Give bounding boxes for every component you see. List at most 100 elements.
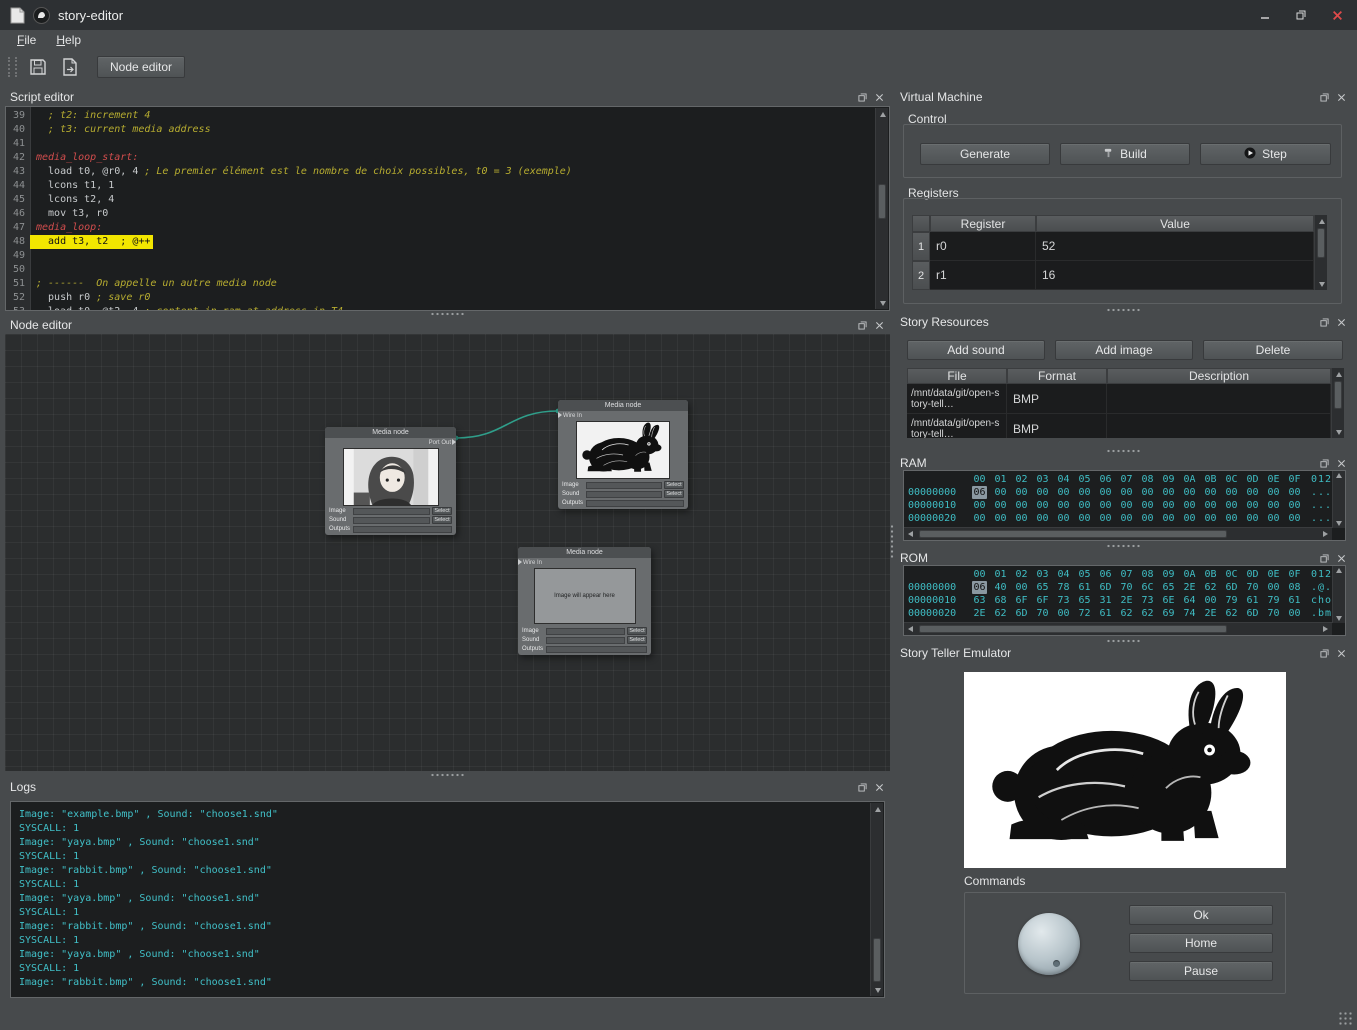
hex-byte[interactable]: 73 <box>1140 594 1155 607</box>
hex-byte[interactable]: 6D <box>1224 581 1239 594</box>
scroll-left-arrow[interactable] <box>904 623 917 635</box>
node-select-button[interactable]: Select <box>432 516 452 524</box>
add-image-button[interactable]: Add image <box>1055 340 1193 360</box>
scroll-down-arrow[interactable] <box>1332 426 1345 438</box>
hex-byte[interactable]: 00 <box>1014 512 1029 525</box>
float-icon[interactable] <box>1318 457 1330 469</box>
hex-byte[interactable]: 73 <box>1056 594 1071 607</box>
hex-byte[interactable]: 00 <box>1098 499 1113 512</box>
hex-byte[interactable]: 6D <box>1014 607 1029 620</box>
format-cell[interactable]: BMP <box>1007 414 1107 438</box>
hex-byte[interactable]: 00 <box>1056 607 1071 620</box>
hex-byte[interactable]: 2E <box>1182 581 1197 594</box>
scrollbar-thumb[interactable] <box>878 184 886 218</box>
hex-byte[interactable]: 00 <box>1245 486 1260 499</box>
splitter-vertical[interactable] <box>888 84 895 1000</box>
register-name-cell[interactable]: r0 <box>930 232 1036 261</box>
hex-byte[interactable]: 08 <box>1287 581 1302 594</box>
registers-table[interactable]: Register Value 1 r0 52 2 r1 16 <box>912 215 1314 290</box>
close-icon[interactable] <box>873 319 885 331</box>
hex-byte[interactable]: 00 <box>1203 512 1218 525</box>
hex-byte[interactable]: 00 <box>993 499 1008 512</box>
ram-vertical-scrollbar[interactable] <box>1332 471 1345 528</box>
save-button[interactable] <box>25 54 51 80</box>
hex-byte[interactable]: 6C <box>1140 581 1155 594</box>
format-cell[interactable]: BMP <box>1007 384 1107 414</box>
hex-byte[interactable]: 00 <box>993 512 1008 525</box>
home-button[interactable]: Home <box>1129 933 1273 953</box>
hex-byte[interactable]: 06 <box>972 486 987 499</box>
hex-byte[interactable]: 78 <box>1056 581 1071 594</box>
hex-byte[interactable]: 00 <box>1203 486 1218 499</box>
hex-byte[interactable]: 00 <box>1077 499 1092 512</box>
close-icon[interactable] <box>1335 647 1347 659</box>
hex-byte[interactable]: 00 <box>1056 512 1071 525</box>
splitter-resources-ram[interactable] <box>895 447 1352 454</box>
resource-row[interactable]: /mnt/data/git/open-story-tell… BMP <box>907 384 1331 414</box>
scroll-up-arrow[interactable] <box>871 803 884 815</box>
hex-byte[interactable]: 00 <box>1119 486 1134 499</box>
close-icon[interactable] <box>1335 91 1347 103</box>
file-cell[interactable]: /mnt/data/git/open-story-tell… <box>907 414 1007 438</box>
hex-byte[interactable]: 64 <box>1182 594 1197 607</box>
hex-byte[interactable]: 00 <box>1035 512 1050 525</box>
hex-byte[interactable]: 31 <box>1098 594 1113 607</box>
hex-byte[interactable]: 00 <box>1035 499 1050 512</box>
menu-file[interactable]: File <box>10 32 43 48</box>
register-row[interactable]: 1 r0 52 <box>912 232 1314 261</box>
float-icon[interactable] <box>856 319 868 331</box>
hex-byte[interactable]: 62 <box>1203 581 1218 594</box>
scroll-right-arrow[interactable] <box>1319 528 1332 540</box>
hex-byte[interactable]: 6E <box>1161 594 1176 607</box>
script-editor[interactable]: 39 ; t2: increment 440 ; t3: current med… <box>5 106 890 311</box>
hex-byte[interactable]: 62 <box>1140 607 1155 620</box>
dial-knob[interactable] <box>1018 913 1080 975</box>
rom-vertical-scrollbar[interactable] <box>1332 566 1345 623</box>
hex-byte[interactable]: 72 <box>1077 607 1092 620</box>
hex-byte[interactable]: 00 <box>1224 499 1239 512</box>
hex-byte[interactable]: 00 <box>1119 499 1134 512</box>
script-lines[interactable]: 39 ; t2: increment 440 ; t3: current med… <box>6 109 875 310</box>
menu-help[interactable]: Help <box>49 32 88 48</box>
hex-byte[interactable]: 00 <box>1035 486 1050 499</box>
hex-byte[interactable]: 00 <box>1203 499 1218 512</box>
scroll-right-arrow[interactable] <box>1319 623 1332 635</box>
rom-horizontal-scrollbar[interactable] <box>904 622 1332 635</box>
hex-byte[interactable]: 69 <box>1161 607 1176 620</box>
scrollbar-thumb[interactable] <box>1317 228 1325 258</box>
register-row[interactable]: 2 r1 16 <box>912 261 1314 290</box>
hex-byte[interactable]: 61 <box>1245 594 1260 607</box>
scrollbar-thumb[interactable] <box>919 625 1227 633</box>
delete-button[interactable]: Delete <box>1203 340 1343 360</box>
hex-byte[interactable]: 65 <box>1161 581 1176 594</box>
hex-byte[interactable]: 00 <box>1140 486 1155 499</box>
scroll-down-arrow[interactable] <box>1315 278 1328 290</box>
hex-byte[interactable]: 40 <box>993 581 1008 594</box>
hex-byte[interactable]: 00 <box>1287 499 1302 512</box>
hex-byte[interactable]: 00 <box>1077 486 1092 499</box>
node-select-button[interactable]: Select <box>432 507 452 515</box>
resources-scrollbar[interactable] <box>1331 368 1344 438</box>
scrollbar-thumb[interactable] <box>873 938 881 982</box>
file-cell[interactable]: /mnt/data/git/open-story-tell… <box>907 384 1007 414</box>
resource-row[interactable]: /mnt/data/git/open-story-tell… BMP <box>907 414 1331 438</box>
hex-byte[interactable]: 65 <box>1035 581 1050 594</box>
hex-byte[interactable]: 79 <box>1224 594 1239 607</box>
float-icon[interactable] <box>856 91 868 103</box>
node-select-button[interactable]: Select <box>664 490 684 498</box>
register-value-cell[interactable]: 16 <box>1036 261 1314 290</box>
hex-byte[interactable]: 00 <box>1077 512 1092 525</box>
hex-byte[interactable]: 00 <box>1182 499 1197 512</box>
rom-hex-view[interactable]: 000102030405060708090A0B0C0D0E0F01200000… <box>903 565 1346 636</box>
hex-byte[interactable]: 00 <box>1056 486 1071 499</box>
pause-button[interactable]: Pause <box>1129 961 1273 981</box>
port-in-icon[interactable] <box>558 412 562 418</box>
hex-byte[interactable]: 00 <box>1119 512 1134 525</box>
hex-byte[interactable]: 6D <box>1098 581 1113 594</box>
close-icon[interactable] <box>1335 552 1347 564</box>
hex-byte[interactable]: 00 <box>1245 512 1260 525</box>
hex-byte[interactable]: 00 <box>1161 512 1176 525</box>
splitter-node-logs[interactable] <box>5 771 890 778</box>
hex-byte[interactable]: 00 <box>1266 486 1281 499</box>
port-out-icon[interactable] <box>452 439 456 445</box>
